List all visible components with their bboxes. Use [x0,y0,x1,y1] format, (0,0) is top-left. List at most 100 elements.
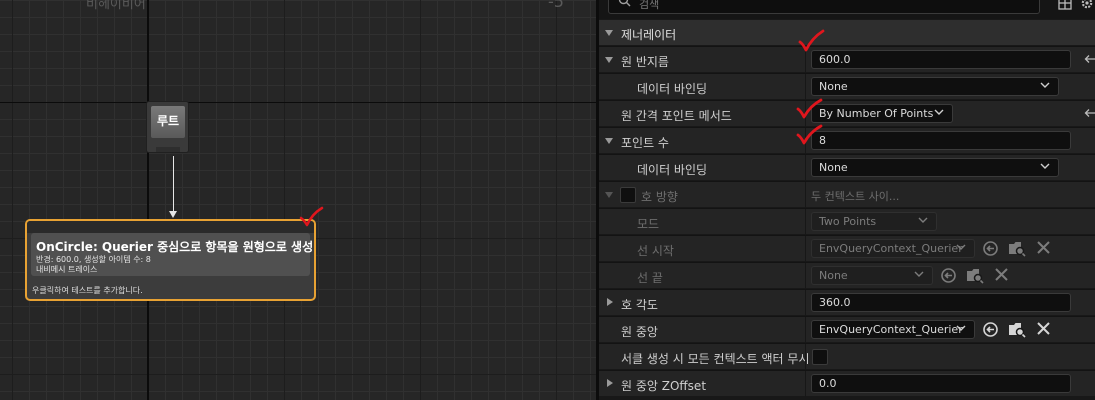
clear-x-icon[interactable] [1036,240,1051,255]
connection-arrow-icon [169,211,177,218]
row-label: 선 끝 [637,271,663,285]
ignore-context-checkbox[interactable] [812,349,828,365]
node-hint-text: 우클릭하여 테스트를 추가합니다. [32,286,143,295]
expand-arrow-icon[interactable] [605,138,613,144]
row-divider [805,371,806,397]
line-from-dropdown[interactable]: EnvQueryContext_Querier [811,239,975,258]
expand-arrow-icon[interactable] [607,298,613,306]
section-generator[interactable]: 제너레이터 [599,20,1095,45]
line-to-dropdown[interactable]: None [811,266,933,285]
dropdown-value: Two Points [819,215,877,228]
reset-to-default-icon[interactable] [1084,53,1095,65]
red-checkmark-icon [796,98,823,119]
node-body: OnCircle: Querier 중심으로 항목을 원형으로 생성 반경: 6… [31,233,314,276]
dropdown-value: EnvQueryContext_Querier [819,323,963,336]
node-detail: 반경: 600.0, 생성할 아이템 수: 8 [36,255,151,264]
row-divider [805,263,806,289]
clear-x-icon[interactable] [1036,321,1051,336]
root-node[interactable]: 루트 [146,101,189,153]
use-selected-icon[interactable] [982,240,999,257]
oncircle-generator-node[interactable]: OnCircle: Querier 중심으로 항목을 원형으로 생성 반경: 6… [25,219,316,301]
dropdown-value: None [819,80,848,93]
behavior-graph-canvas[interactable]: 비헤이비어 -5 루트 OnCircle: Querier 중심으로 항목을 원… [0,0,596,400]
dropdown-value: By Number Of Points [819,107,934,120]
row-circle-radius: 원 반지름 600.0 [599,46,1095,73]
row-label: 원 반지름 [621,55,669,69]
row-label: 데이터 바인딩 [637,82,708,96]
arc-direction-summary: 두 컨텍스트 사이... [811,190,900,203]
root-output-pin[interactable] [156,147,180,152]
node-detail-trace: 내비메시 트레이스 [36,265,98,274]
gear-icon[interactable] [1080,0,1094,10]
grid-view-icon[interactable] [1058,0,1072,10]
node-title: OnCircle: Querier 중심으로 항목을 원형으로 생성 [36,240,314,254]
reset-to-default-icon[interactable] [1084,107,1095,119]
points-binding-dropdown[interactable]: None [811,158,1059,177]
row-divider [805,209,806,235]
row-number-of-points: 포인트 수 8 [599,127,1095,154]
expand-arrow-icon[interactable] [605,192,613,198]
details-panel: 검색 제너레이터 원 반지름 600.0 데이터 바인딩 None 원 간격 포… [599,0,1095,400]
graph-zoom-level: -5 [548,0,564,11]
row-circle-center-zoffset: 원 중앙 ZOffset 0.0 [599,370,1095,397]
row-line-to: 선 끝 None [599,262,1095,289]
row-divider [805,155,806,181]
row-point-method: 원 간격 포인트 메서드 By Number Of Points [599,100,1095,127]
row-radius-data-binding: 데이터 바인딩 None [599,73,1095,100]
red-checkmark-icon [299,206,324,227]
search-placeholder: 검색 [639,0,660,11]
arc-angle-input[interactable]: 360.0 [811,293,1071,312]
graph-origin-vertical-axis [147,0,149,400]
number-of-points-input[interactable]: 8 [811,131,1071,150]
center-zoffset-input[interactable]: 0.0 [811,374,1071,393]
section-generator-label: 제너레이터 [621,28,677,42]
browse-folder-icon[interactable] [1008,321,1026,338]
dropdown-value: EnvQueryContext_Querier [819,242,963,255]
row-divider [805,74,806,100]
row-arc-direction: 호 방향 두 컨텍스트 사이... [599,181,1095,208]
chevron-down-icon [956,244,966,250]
details-search-input[interactable]: 검색 [608,0,1040,14]
section-collapse-icon [605,30,613,36]
row-label: 원 간격 포인트 메서드 [621,109,732,123]
row-circle-center: 원 중앙 EnvQueryContext_Querier [599,316,1095,343]
browse-folder-icon[interactable] [966,267,984,284]
clear-x-icon[interactable] [994,267,1009,282]
use-selected-icon[interactable] [940,267,957,284]
chevron-down-icon [1040,163,1050,169]
row-label: 데이터 바인딩 [637,163,708,177]
root-node-label: 루트 [151,106,185,138]
row-label: 호 방향 [641,190,678,204]
row-divider [805,236,806,262]
arc-direction-checkbox[interactable] [620,187,636,203]
chevron-down-icon [914,271,924,277]
row-label: 서클 생성 시 모든 컨텍스트 액터 무시 [621,352,810,366]
row-label: 호 각도 [621,298,658,312]
dropdown-value: None [819,161,848,174]
row-points-data-binding: 데이터 바인딩 None [599,154,1095,181]
expand-arrow-icon[interactable] [605,57,613,63]
node-input-pin-bar[interactable] [27,221,314,233]
row-divider [805,317,806,343]
graph-origin-horizontal-axis [0,102,596,103]
circle-center-dropdown[interactable]: EnvQueryContext_Querier [811,320,975,339]
connection-wire [173,156,174,214]
chevron-down-icon [956,325,966,331]
point-method-dropdown[interactable]: By Number Of Points [811,104,953,123]
circle-radius-input[interactable]: 600.0 [811,50,1071,69]
row-label: 원 중앙 ZOffset [621,379,707,393]
row-arc-angle: 호 각도 360.0 [599,289,1095,316]
row-ignore-context-actors: 서클 생성 시 모든 컨텍스트 액터 무시 [599,343,1095,370]
use-selected-icon[interactable] [982,321,999,338]
radius-binding-dropdown[interactable]: None [811,77,1059,96]
red-checkmark-icon [798,29,825,52]
row-divider [805,182,806,208]
mode-dropdown[interactable]: Two Points [811,212,937,231]
browse-folder-icon[interactable] [1008,240,1026,257]
row-line-from: 선 시작 EnvQueryContext_Querier [599,235,1095,262]
red-checkmark-icon [796,124,823,145]
dropdown-value: None [819,269,848,282]
expand-arrow-icon[interactable] [607,379,613,387]
row-label: 원 중앙 [621,325,658,339]
row-label: 모드 [637,217,660,231]
